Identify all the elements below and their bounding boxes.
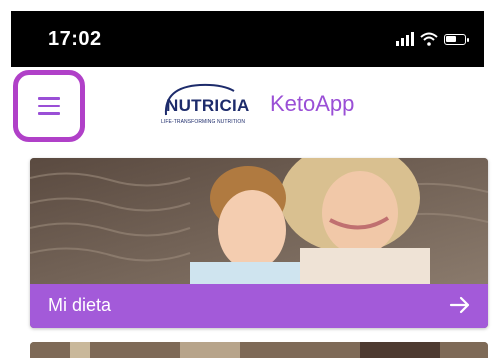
logo-text: NUTRICIA: [166, 96, 250, 115]
app-name: KetoApp: [270, 91, 355, 116]
menu-button[interactable]: [13, 70, 85, 142]
status-icons: [396, 31, 469, 47]
arrow-right-icon[interactable]: [448, 293, 472, 317]
nutricia-logo: NUTRICIA LIFE-TRANSFORMING NUTRITION: [156, 81, 264, 133]
card-photo-image: [30, 158, 488, 284]
card-mi-dieta[interactable]: Mi dieta: [30, 158, 488, 328]
hamburger-menu-icon[interactable]: [38, 97, 60, 115]
battery-icon: [444, 33, 469, 45]
next-card-photo-image: [30, 342, 488, 358]
card-bar[interactable]: Mi dieta: [30, 284, 488, 328]
logo-tagline: LIFE-TRANSFORMING NUTRITION: [161, 119, 246, 125]
status-time: 17:02: [48, 28, 102, 50]
signal-icon: [396, 32, 414, 46]
app-header: NUTRICIA LIFE-TRANSFORMING NUTRITION Ket…: [11, 67, 484, 147]
next-card-preview[interactable]: [30, 342, 488, 358]
wifi-icon: [420, 32, 438, 46]
status-bar: 17:02: [11, 11, 484, 67]
card-label: Mi dieta: [48, 295, 112, 315]
app-screen: 17:02 NUTRICIA LIFE-TRANSFORMING NUTRITI…: [0, 0, 495, 358]
